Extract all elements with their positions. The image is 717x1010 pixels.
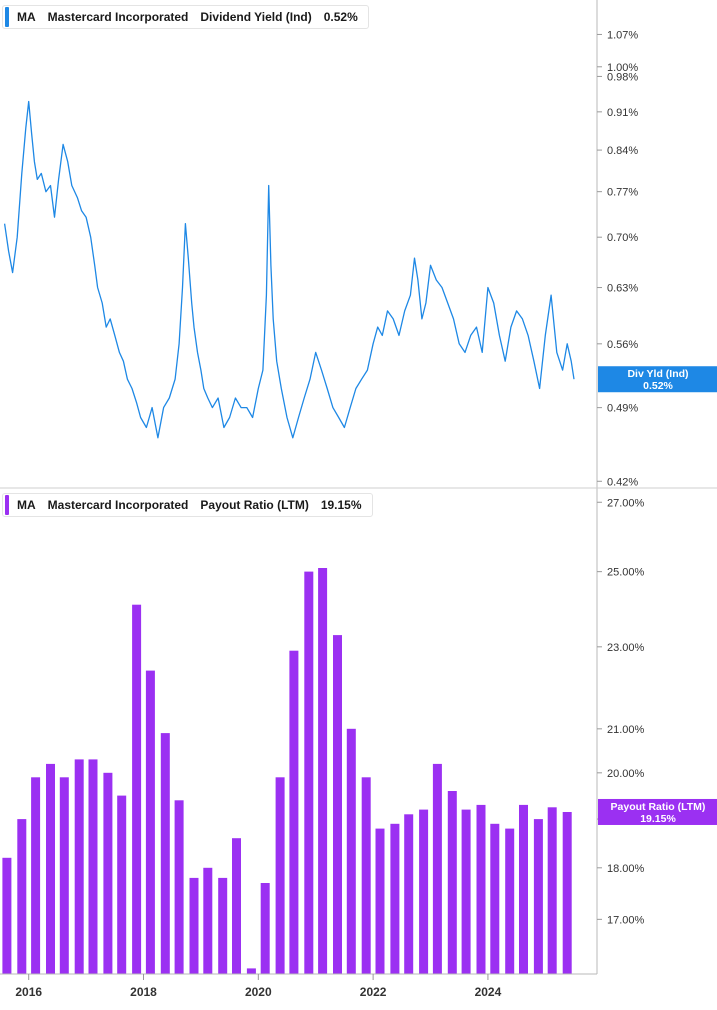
payout-ratio-bar (547, 807, 557, 974)
dividend-yield-badge-label: Div Yld (Ind) (627, 368, 688, 380)
y-tick-label: 0.42% (607, 476, 638, 488)
payout-ratio-bar (461, 809, 471, 974)
y-tick-label: 1.07% (607, 29, 638, 41)
payout-ratio-bar (103, 772, 113, 974)
payout-ratio-badge-label: Payout Ratio (LTM) (611, 801, 706, 813)
x-tick-label: 2016 (15, 985, 42, 999)
y-tick-label: 1.00% (607, 62, 638, 74)
payout-ratio-bar (304, 571, 314, 974)
legend-metric: Dividend Yield (Ind) (200, 10, 312, 24)
legend-metric: Payout Ratio (LTM) (200, 498, 309, 512)
y-tick-label: 0.70% (607, 232, 638, 244)
chart-root: 2016 2018 2020 2022 2024 0.42% 0.49% 0.56% 0.63%… (0, 0, 717, 1005)
y-tick-label: 17.00% (607, 914, 645, 926)
y-tick-label: 0.91% (607, 107, 638, 119)
legend-company: Mastercard Incorporated (47, 498, 189, 512)
payout-ratio-bar (117, 795, 127, 974)
legend-value: 0.52% (323, 10, 358, 24)
payout-ratio-bar (562, 812, 572, 974)
payout-ratio-bar (289, 650, 299, 974)
payout-ratio-bar (132, 604, 142, 974)
dividend-yield-badge: Div Yld (Ind)0.52% (598, 366, 717, 393)
payout-ratio-bar (419, 809, 429, 974)
payout-ratio-bar (447, 791, 457, 974)
payout-ratio-bar (260, 883, 270, 974)
payout-ratio-bar (160, 733, 170, 974)
payout-ratio-bar (218, 877, 228, 974)
payout-ratio-bar (31, 777, 41, 974)
y-tick-label: 0.77% (607, 187, 638, 199)
legend-ticker: MA (17, 10, 36, 24)
payout-ratio-bar (432, 763, 442, 974)
y-tick-label: 0.56% (607, 339, 638, 351)
payout-ratio-badge-value: 19.15% (640, 813, 676, 825)
payout-ratio-bar (232, 838, 241, 974)
payout-ratio-bar (476, 804, 486, 974)
payout-ratio-bar (203, 867, 213, 974)
y-tick-label: 0.63% (607, 283, 638, 295)
payout-ratio-bar (318, 568, 328, 974)
dividend-yield-legend: MA Mastercard Incorporated Dividend Yiel… (2, 5, 369, 29)
y-tick-label: 21.00% (607, 724, 645, 736)
x-tick-label: 2024 (475, 985, 502, 999)
payout-ratio-legend-swatch (5, 495, 9, 515)
payout-ratio-bar (346, 728, 356, 974)
payout-ratio-bar (505, 828, 515, 974)
payout-ratio-bar (404, 814, 414, 974)
y-tick-label: 18.00% (607, 863, 645, 875)
payout-ratio-bar (59, 777, 69, 974)
payout-ratio-bar (145, 670, 155, 974)
dividend-yield-line (3, 100, 575, 439)
payout-ratio-bar (361, 777, 371, 974)
x-tick-label: 2018 (130, 985, 157, 999)
y-tick-label: 23.00% (607, 642, 645, 654)
payout-ratio-bar (275, 777, 285, 974)
payout-ratio-bar (375, 828, 385, 974)
payout-ratio-bar (189, 877, 199, 974)
y-tick-label: 0.49% (607, 403, 638, 415)
payout-ratio-bar (490, 823, 500, 974)
dividend-yield-badge-value: 0.52% (643, 380, 673, 392)
payout-ratio-bar (17, 819, 27, 974)
legend-company: Mastercard Incorporated (47, 10, 189, 24)
payout-ratio-bar (2, 857, 12, 974)
y-tick-label: 25.00% (607, 567, 645, 579)
payout-ratio-bar (390, 823, 400, 974)
payout-ratio-bar (246, 968, 256, 974)
y-tick-label: 0.84% (607, 145, 638, 157)
x-tick-label: 2020 (245, 985, 272, 999)
payout-ratio-bar (46, 763, 55, 974)
payout-ratio-bar (74, 759, 84, 974)
payout-ratio-bar (533, 819, 543, 974)
payout-ratio-badge: Payout Ratio (LTM)19.15% (598, 798, 717, 825)
y-tick-label: 27.00% (607, 497, 645, 509)
legend-value: 19.15% (320, 498, 362, 512)
payout-ratio-bar (333, 635, 342, 974)
payout-ratio-bar (174, 800, 184, 974)
legend-ticker: MA (17, 498, 36, 512)
payout-ratio-legend: MA Mastercard Incorporated Payout Ratio … (2, 493, 373, 517)
payout-ratio-bar (519, 804, 528, 974)
payout-ratio-bar (88, 759, 98, 974)
y-tick-label: 20.00% (607, 768, 645, 780)
x-tick-label: 2022 (360, 985, 387, 999)
dividend-yield-legend-swatch (5, 7, 9, 27)
